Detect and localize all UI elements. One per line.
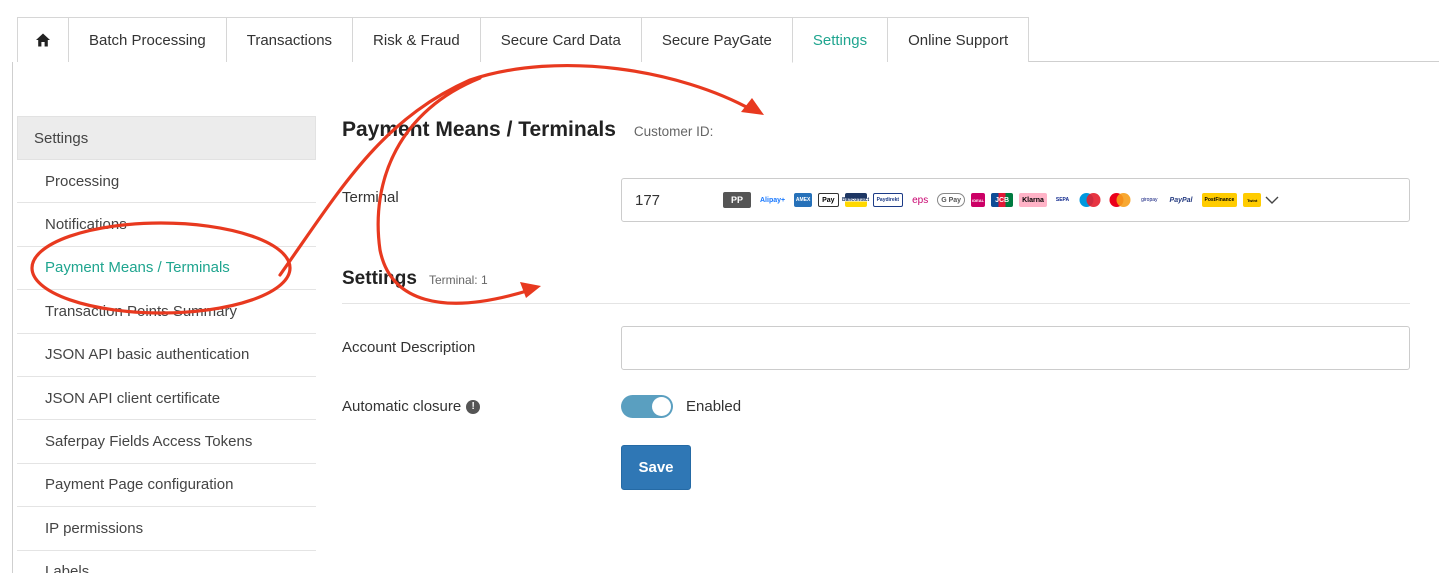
sidebar-item-json-api-basic-auth[interactable]: JSON API basic authentication: [17, 334, 316, 377]
giropay-logo: giropay: [1141, 197, 1158, 203]
maestro-logo: [1079, 193, 1101, 207]
bancontact-logo: Bancontact: [842, 193, 869, 207]
home-tab[interactable]: [17, 17, 68, 62]
account-description-input[interactable]: [621, 326, 1410, 370]
sidebar-item-json-api-client-certificate[interactable]: JSON API client certificate: [17, 377, 316, 421]
sidebar-item-processing[interactable]: Processing: [17, 160, 316, 204]
title-row: Payment Means / Terminals Customer ID:: [342, 118, 1410, 152]
terminal-select[interactable]: 177 PP Alipay+ AMEX Pay Bancontact Paydi…: [621, 178, 1410, 222]
settings-sidebar: Settings Processing Notifications Paymen…: [17, 116, 316, 573]
terminal-id: 177: [635, 191, 661, 209]
main-panel: Payment Means / Terminals Customer ID: T…: [342, 116, 1410, 490]
klarna-logo: Klarna: [1019, 193, 1047, 207]
payment-method-logos: PP Alipay+ AMEX Pay Bancontact Paydirekt…: [723, 192, 1262, 208]
account-description-row: Account Description: [342, 326, 1410, 370]
automatic-closure-state: Enabled: [686, 398, 742, 415]
apple-pay-logo: Pay: [818, 193, 839, 207]
sidebar-item-labels[interactable]: Labels: [17, 551, 316, 573]
paydirekt-logo: Paydirekt: [872, 193, 904, 207]
automatic-closure-toggle[interactable]: [621, 395, 673, 418]
page-title: Payment Means / Terminals: [342, 118, 616, 141]
settings-section-title: Settings: [342, 268, 417, 289]
settings-section-header: Settings Terminal: 1: [342, 268, 1410, 304]
sidebar-item-payment-means-terminals[interactable]: Payment Means / Terminals: [17, 247, 316, 291]
info-icon[interactable]: !: [466, 399, 481, 414]
home-icon: [36, 33, 50, 47]
sidebar-item-saferpay-fields-tokens[interactable]: Saferpay Fields Access Tokens: [17, 420, 316, 464]
google-pay-logo: G Pay: [937, 193, 966, 207]
sidebar-item-notifications[interactable]: Notifications: [17, 203, 316, 247]
customer-id-label: Customer ID:: [633, 124, 714, 139]
twint-logo: Twint: [1243, 193, 1262, 207]
sidebar-header: Settings: [17, 116, 316, 160]
tab-transactions[interactable]: Transactions: [225, 17, 353, 62]
terminal-row: Terminal 177 PP Alipay+ AMEX Pay Bancont…: [342, 178, 1410, 224]
alipay-logo: Alipay+: [760, 196, 786, 204]
eps-logo: eps: [912, 194, 929, 206]
save-button[interactable]: Save: [621, 445, 691, 490]
chevron-down-icon: [1265, 196, 1279, 204]
automatic-closure-label: Automatic closure: [342, 398, 462, 415]
account-description-label: Account Description: [342, 339, 476, 356]
sepa-logo: SEPA: [1055, 197, 1070, 203]
pp-logo: PP: [723, 192, 751, 208]
terminal-label: Terminal: [342, 189, 399, 206]
sidebar-item-transaction-points-summary[interactable]: Transaction Points Summary: [17, 290, 316, 334]
postfinance-logo: PostFinance: [1201, 193, 1238, 207]
automatic-closure-row: Automatic closure ! Enabled: [342, 392, 942, 422]
tab-secure-paygate[interactable]: Secure PayGate: [640, 17, 792, 62]
tab-batch-processing[interactable]: Batch Processing: [68, 17, 226, 62]
tab-risk-fraud[interactable]: Risk & Fraud: [352, 17, 480, 62]
mastercard-logo: [1109, 193, 1131, 207]
jcb-logo: JCB: [991, 193, 1014, 207]
tab-online-support[interactable]: Online Support: [887, 17, 1030, 62]
tab-secure-card-data[interactable]: Secure Card Data: [479, 17, 641, 62]
sidebar-item-payment-page-configuration[interactable]: Payment Page configuration: [17, 464, 316, 508]
sidebar-item-ip-permissions[interactable]: IP permissions: [17, 507, 316, 551]
ideal-logo: iDEAL: [971, 193, 986, 207]
toggle-knob: [652, 397, 671, 416]
terminal-number: Terminal: 1: [428, 273, 488, 287]
paypal-logo: PayPal: [1169, 196, 1193, 204]
amex-logo: AMEX: [794, 193, 813, 207]
tab-settings[interactable]: Settings: [791, 17, 888, 63]
automatic-closure-label-wrap: Automatic closure !: [342, 398, 481, 415]
top-navigation: Batch Processing Transactions Risk & Fra…: [17, 17, 1439, 63]
